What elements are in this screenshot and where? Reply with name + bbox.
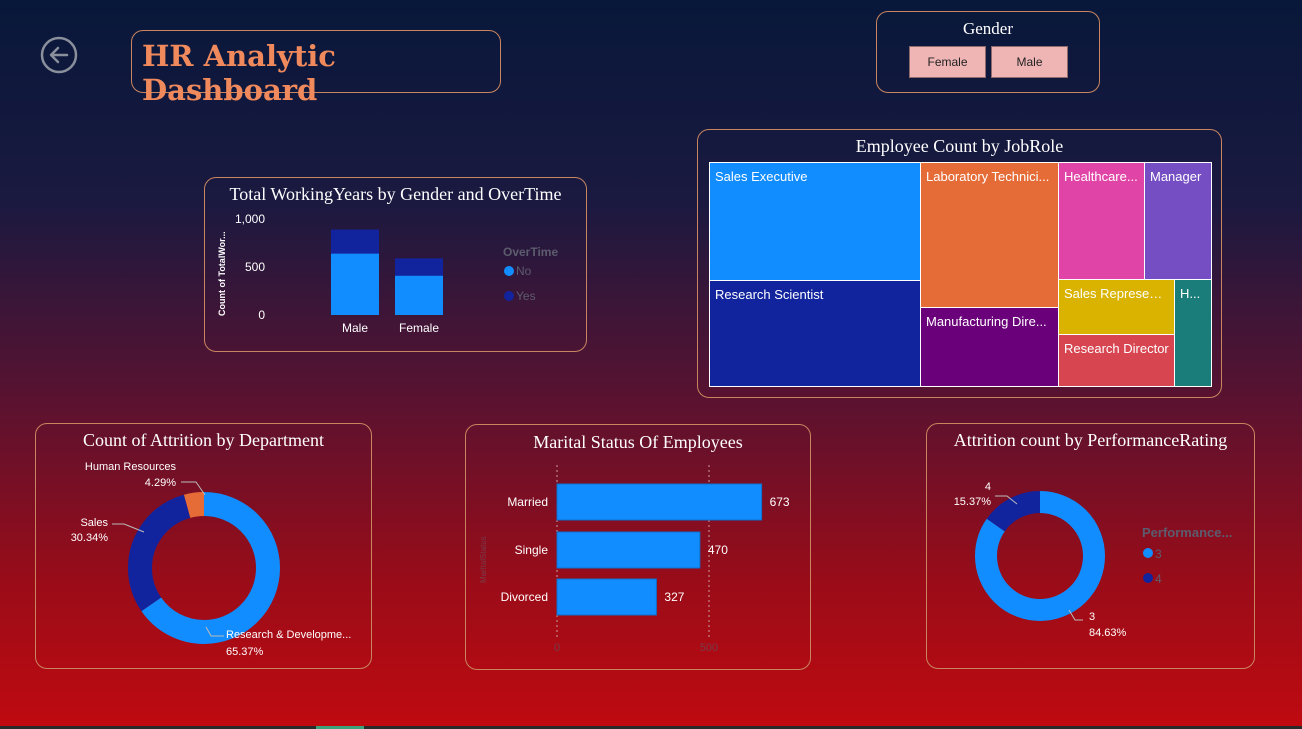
- dashboard-page: { "header": {"title": "HR Analytic Dashb…: [0, 0, 1302, 729]
- treemap-tile-healthcare[interactable]: Healthcare...: [1058, 162, 1145, 280]
- y-tick-label: Divorced: [501, 590, 548, 604]
- bar-married[interactable]: [556, 483, 763, 521]
- y-tick: 0: [258, 308, 265, 322]
- gender-male-button[interactable]: Male: [991, 46, 1068, 78]
- gender-slicer-title: Gender: [962, 19, 1014, 38]
- bar-female-no[interactable]: [395, 275, 443, 315]
- x-tick-label: Female: [399, 321, 439, 335]
- legend-no-marker: [504, 266, 514, 276]
- donut-label-name: Sales: [80, 517, 108, 529]
- treemap-tile-sales-representative[interactable]: Sales Represent...: [1058, 279, 1175, 335]
- x-tick: 500: [700, 642, 718, 654]
- legend-3-label: 3: [1155, 547, 1162, 561]
- legend-title: Performance...: [1142, 525, 1232, 540]
- donut-label-name: Research & Developme...: [226, 629, 351, 641]
- data-label: 327: [664, 590, 684, 604]
- legend-title: OverTime: [503, 245, 558, 259]
- treemap-tile-research-scientist[interactable]: Research Scientist: [709, 280, 921, 387]
- performance-card: Attrition count by PerformanceRating 4 1…: [926, 423, 1255, 669]
- treemap-tile-human-resources[interactable]: H...: [1174, 279, 1212, 387]
- gender-female-button[interactable]: Female: [909, 46, 986, 78]
- bar-single[interactable]: [556, 531, 701, 569]
- back-button[interactable]: [40, 36, 78, 74]
- data-label: 470: [708, 543, 728, 557]
- treemap-tile-sales-executive[interactable]: Sales Executive: [709, 162, 921, 281]
- bar-male-yes[interactable]: [331, 229, 379, 254]
- x-tick: 0: [554, 642, 560, 654]
- donut-label-value: 3: [1089, 611, 1095, 623]
- donut-label-value: 4: [985, 481, 991, 493]
- legend-3-marker: [1143, 548, 1153, 558]
- donut-label-pct: 4.29%: [145, 477, 176, 489]
- attrition-dept-chart: Human Resources 4.29% Sales 30.34% Resea…: [71, 461, 352, 658]
- donut-label-name: Human Resources: [85, 461, 177, 473]
- treemap-tile-research-director[interactable]: Research Director: [1058, 334, 1175, 387]
- working-years-chart: Count of TotalWor... 1,000 500 0 Male Fem…: [217, 212, 558, 335]
- jobrole-title: Employee Count by JobRole: [855, 136, 1064, 156]
- attrition-dept-card: Count of Attrition by Department Human R…: [35, 423, 372, 669]
- legend-yes-label: Yes: [516, 289, 536, 303]
- donut-label-pct: 84.63%: [1089, 627, 1127, 639]
- legend-4-label: 4: [1155, 572, 1162, 586]
- y-axis-label: MaritalStatus: [479, 536, 488, 583]
- bar-male-no[interactable]: [331, 253, 379, 315]
- marital-card: Marital Status Of Employees MaritalStatu…: [465, 424, 811, 670]
- donut-label-pct: 65.37%: [226, 646, 264, 658]
- data-label: 673: [770, 495, 790, 509]
- y-axis-label: Count of TotalWor...: [217, 231, 227, 316]
- legend-no-label: No: [516, 264, 532, 278]
- jobrole-card: Employee Count by JobRole Sales Executiv…: [697, 129, 1222, 398]
- legend-yes-marker: [504, 291, 514, 301]
- donut-label-pct: 30.34%: [71, 532, 109, 544]
- bar-female-yes[interactable]: [395, 258, 443, 276]
- legend-4-marker: [1143, 573, 1153, 583]
- y-tick-label: Single: [515, 543, 549, 557]
- treemap-tile-lab-technician[interactable]: Laboratory Technici...: [920, 162, 1059, 308]
- x-tick-label: Male: [342, 321, 368, 335]
- y-tick-label: Married: [507, 495, 548, 509]
- y-tick: 500: [245, 260, 265, 274]
- title-card: HR Analytic Dashboard: [131, 30, 501, 107]
- treemap-tile-manufacturing-director[interactable]: Manufacturing Dire...: [920, 307, 1059, 387]
- gender-slicer: Gender Female Male: [876, 11, 1100, 93]
- performance-chart: 4 15.37% 3 84.63% Performance... 3 4: [954, 481, 1233, 639]
- treemap-tile-manager[interactable]: Manager: [1144, 162, 1212, 280]
- bar-divorced[interactable]: [556, 578, 657, 616]
- working-years-card: Total WorkingYears by Gender and OverTim…: [204, 177, 587, 352]
- marital-chart: MaritalStatus Married 673 Single 470 Divorce…: [479, 465, 790, 654]
- y-tick: 1,000: [235, 212, 265, 226]
- page-title: HR Analytic Dashboard: [142, 39, 336, 107]
- back-arrow-icon: [40, 36, 78, 74]
- donut-label-pct: 15.37%: [954, 496, 992, 508]
